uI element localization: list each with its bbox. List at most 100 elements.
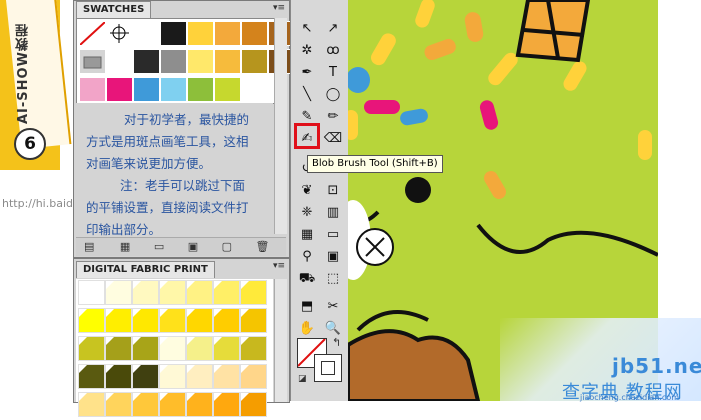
fabric-swatch[interactable] bbox=[159, 392, 186, 417]
hand-tool[interactable]: ✋ bbox=[296, 318, 318, 340]
fabric-scrollbar[interactable] bbox=[274, 279, 287, 402]
live-paint-selection-tool[interactable]: ⬚ bbox=[322, 268, 344, 290]
line-tool[interactable]: ╲ bbox=[296, 84, 318, 106]
symbol-sprayer-tool[interactable]: ❈ bbox=[296, 202, 318, 224]
ellipse-tool[interactable]: ◯ bbox=[322, 84, 344, 106]
fabric-swatch[interactable] bbox=[186, 364, 213, 389]
direct-selection-tool[interactable]: ↗ bbox=[322, 18, 344, 40]
delete-swatch-icon[interactable]: 🗑 bbox=[256, 240, 270, 253]
instruction-line: 对于初学者，最快捷的 bbox=[124, 112, 250, 127]
fabric-swatch[interactable] bbox=[132, 280, 159, 305]
mesh-tool[interactable]: ▦ bbox=[296, 224, 318, 246]
fabric-swatch[interactable] bbox=[78, 364, 105, 389]
panel-menu-icon[interactable]: ▾≡ bbox=[273, 3, 285, 13]
swatches-footer: ▤ ▦ ▭ ▣ ▢ 🗑 bbox=[76, 237, 286, 256]
fabric-swatch[interactable] bbox=[132, 336, 159, 361]
warp-tool[interactable]: ❦ bbox=[296, 180, 318, 202]
bottom-cone bbox=[348, 329, 481, 401]
fabric-swatch[interactable] bbox=[159, 336, 186, 361]
fabric-swatch[interactable] bbox=[213, 280, 240, 305]
swatch-yellow2[interactable] bbox=[187, 49, 214, 74]
slice-tool[interactable]: ✂ bbox=[322, 296, 344, 318]
swatch-registration[interactable] bbox=[106, 21, 133, 46]
fabric-swatch[interactable] bbox=[213, 336, 240, 361]
fabric-swatch[interactable] bbox=[240, 364, 267, 389]
sprinkle bbox=[484, 171, 506, 199]
panel-menu-icon[interactable]: ▾≡ bbox=[273, 261, 285, 271]
fabric-swatch[interactable] bbox=[213, 392, 240, 417]
fabric-swatch[interactable] bbox=[132, 392, 159, 417]
fabric-swatch[interactable] bbox=[159, 364, 186, 389]
swatch-orange1[interactable] bbox=[214, 21, 241, 46]
swatch-orange3[interactable] bbox=[214, 49, 241, 74]
fabric-swatch[interactable] bbox=[78, 280, 105, 305]
pencil-tool[interactable]: ✏ bbox=[322, 106, 344, 128]
fabric-swatch[interactable] bbox=[159, 308, 186, 333]
swatch-yellow1[interactable] bbox=[187, 21, 214, 46]
type-tool[interactable]: T bbox=[322, 62, 344, 84]
fabric-swatch[interactable] bbox=[186, 336, 213, 361]
column-graph-tool[interactable]: ▥ bbox=[322, 202, 344, 224]
library-menu-icon[interactable]: ▤ bbox=[84, 240, 94, 253]
stroke-swatch[interactable] bbox=[314, 354, 342, 382]
fabric-swatch[interactable] bbox=[105, 280, 132, 305]
swatch-green1[interactable] bbox=[187, 77, 214, 102]
fabric-swatch[interactable] bbox=[186, 308, 213, 333]
swatch-sky[interactable] bbox=[160, 77, 187, 102]
fabric-tab[interactable]: DIGITAL FABRIC PRINT bbox=[76, 261, 215, 278]
watermark-brand: jb51.net bbox=[612, 354, 701, 378]
fabric-swatch[interactable] bbox=[240, 308, 267, 333]
swatch-blue1[interactable] bbox=[133, 77, 160, 102]
swatch-magenta[interactable] bbox=[106, 77, 133, 102]
fabric-swatch[interactable] bbox=[240, 336, 267, 361]
swatch-gray[interactable] bbox=[160, 49, 187, 74]
swatch-black[interactable] bbox=[160, 21, 187, 46]
swatch-lime[interactable] bbox=[214, 77, 241, 102]
pen-tool[interactable]: ✒ bbox=[296, 62, 318, 84]
fabric-swatch[interactable] bbox=[213, 364, 240, 389]
swatches-tab[interactable]: SWATCHES bbox=[76, 1, 152, 18]
lasso-tool[interactable]: ꝏ bbox=[322, 40, 344, 62]
fabric-swatch[interactable] bbox=[78, 392, 105, 417]
fabric-swatch[interactable] bbox=[78, 308, 105, 333]
fabric-swatch[interactable] bbox=[78, 336, 105, 361]
swatch-white[interactable] bbox=[133, 21, 160, 46]
swatch-orange2[interactable] bbox=[241, 21, 268, 46]
fabric-panel: DIGITAL FABRIC PRINT ▾≡ bbox=[73, 258, 290, 417]
swatch-options-icon[interactable]: ▭ bbox=[154, 240, 164, 253]
fabric-swatch[interactable] bbox=[132, 364, 159, 389]
sprinkle bbox=[348, 110, 358, 140]
artboard-tool[interactable]: ⬒ bbox=[296, 296, 318, 318]
swatch-dark[interactable] bbox=[133, 49, 160, 74]
swatch-white2[interactable] bbox=[106, 49, 133, 74]
fabric-swatch[interactable] bbox=[105, 392, 132, 417]
magic-wand-tool[interactable]: ✲ bbox=[296, 40, 318, 62]
swatch-pink1[interactable] bbox=[79, 77, 106, 102]
fabric-swatch[interactable] bbox=[105, 336, 132, 361]
swap-fill-stroke-icon[interactable]: ↰ bbox=[332, 336, 341, 349]
new-group-icon[interactable]: ▣ bbox=[188, 240, 198, 253]
live-paint-bucket-tool[interactable]: ⛟ bbox=[296, 268, 318, 290]
gradient-tool[interactable]: ▭ bbox=[322, 224, 344, 246]
fabric-swatch[interactable] bbox=[105, 308, 132, 333]
new-swatch-icon[interactable]: ▢ bbox=[222, 240, 232, 253]
fabric-swatch[interactable] bbox=[105, 364, 132, 389]
swatch-folder[interactable] bbox=[79, 49, 106, 74]
fabric-swatch[interactable] bbox=[240, 392, 267, 417]
fabric-swatch[interactable] bbox=[240, 280, 267, 305]
default-colors-icon[interactable]: ◪ bbox=[298, 374, 307, 384]
fabric-swatch[interactable] bbox=[186, 280, 213, 305]
fabric-swatch[interactable] bbox=[159, 280, 186, 305]
fabric-swatch[interactable] bbox=[213, 308, 240, 333]
eyedropper-tool[interactable]: ⚲ bbox=[296, 246, 318, 268]
swatch-olive[interactable] bbox=[241, 49, 268, 74]
eraser-tool[interactable]: ⌫ bbox=[322, 128, 344, 150]
show-kinds-icon[interactable]: ▦ bbox=[120, 240, 130, 253]
fabric-swatch[interactable] bbox=[186, 392, 213, 417]
selection-tool[interactable]: ↖ bbox=[296, 18, 318, 40]
blend-tool[interactable]: ▣ bbox=[322, 246, 344, 268]
free-transform-tool[interactable]: ⊡ bbox=[322, 180, 344, 202]
swatch-none[interactable] bbox=[79, 21, 106, 46]
fabric-swatch[interactable] bbox=[132, 308, 159, 333]
swatches-scrollbar[interactable] bbox=[274, 18, 287, 234]
